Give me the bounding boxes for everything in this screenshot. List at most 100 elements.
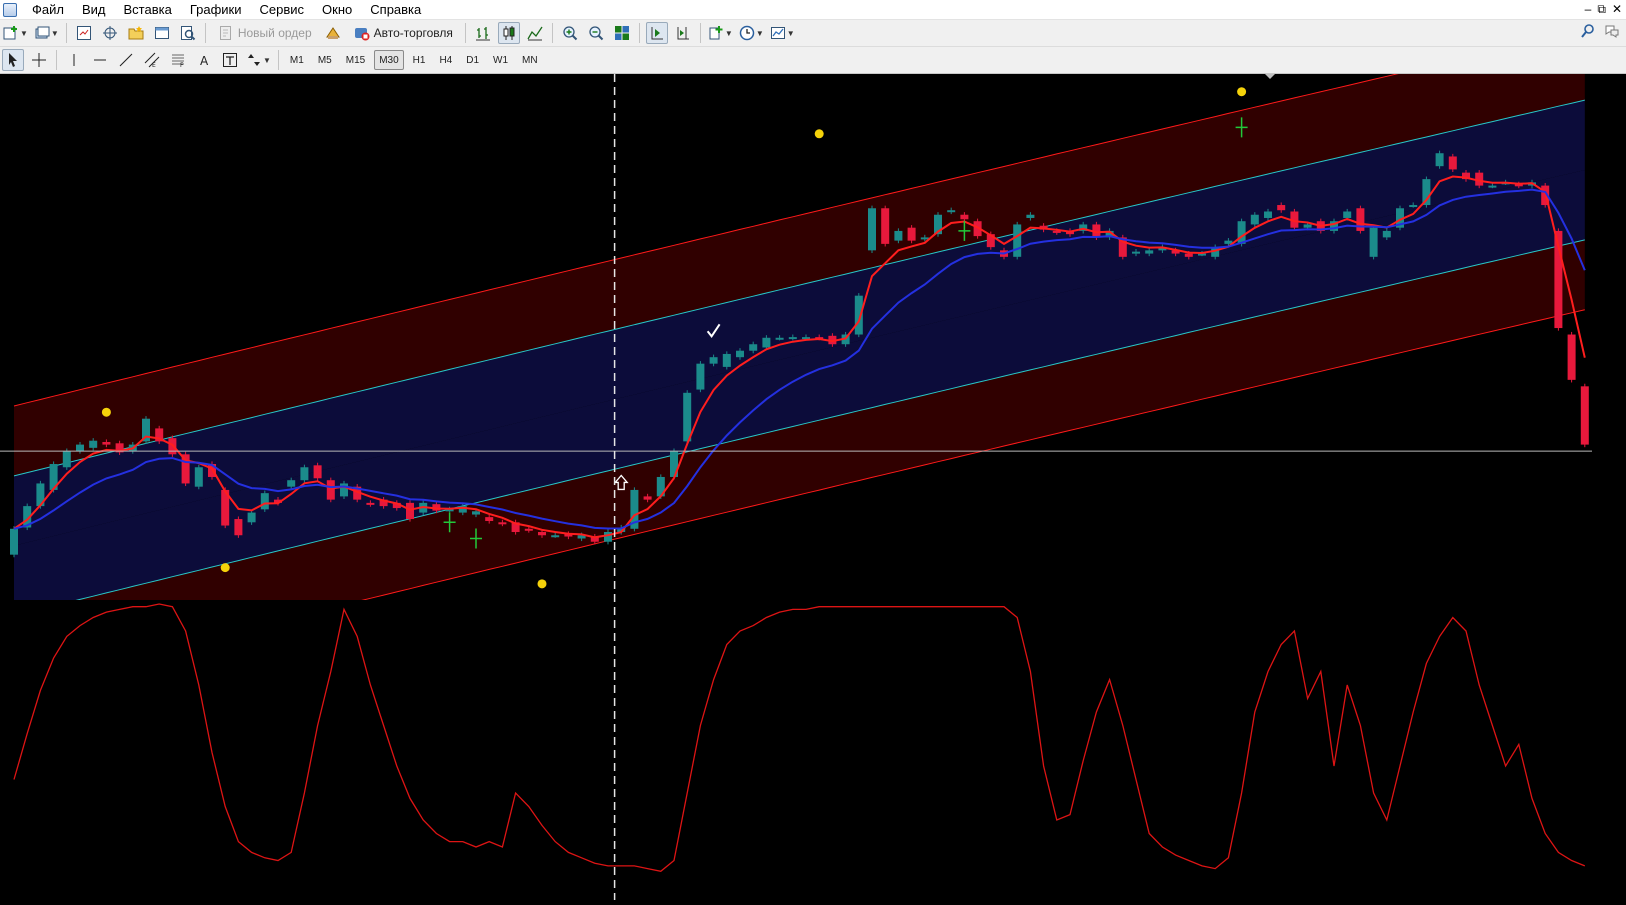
bullish-candle [287, 480, 296, 487]
bullish-candle [340, 483, 348, 497]
new-order-label: Новый ордер [237, 26, 312, 40]
menu-insert[interactable]: Вставка [115, 1, 181, 19]
arrows-button[interactable]: ▼ [245, 49, 272, 71]
new-order-button[interactable]: Новый ордер [212, 22, 318, 44]
data-window-button[interactable] [99, 22, 121, 44]
menu-help[interactable]: Справка [361, 1, 430, 19]
bullish-candle [10, 528, 18, 555]
profiles-button[interactable]: ▼ [33, 22, 60, 44]
bullish-candle [1132, 251, 1140, 254]
timeframe-h4[interactable]: H4 [434, 50, 457, 70]
standard-toolbar: ▼ ▼ Новый ордер Авто-торговля ▼ ▼ ▼ [0, 20, 1626, 47]
vertical-line-button[interactable] [63, 49, 85, 71]
zoom-in-button[interactable] [559, 22, 581, 44]
timeframe-d1[interactable]: D1 [461, 50, 484, 70]
auto-scroll-button[interactable] [645, 22, 668, 44]
text-button[interactable]: A [193, 49, 215, 71]
indicators-button[interactable]: ▼ [707, 22, 734, 44]
bullish-candle [947, 210, 956, 213]
menu-file[interactable]: Файл [23, 1, 73, 19]
bullish-candle [920, 237, 929, 240]
timeframe-m5[interactable]: M5 [313, 50, 337, 70]
timeframe-h1[interactable]: H1 [408, 50, 431, 70]
zoom-out-button[interactable] [585, 22, 607, 44]
bearish-candle [102, 442, 111, 445]
menu-tools[interactable]: Сервис [251, 1, 314, 19]
profiles-icon [35, 26, 50, 39]
bullish-candle [894, 230, 903, 241]
bearish-candle [234, 519, 243, 536]
restore-icon[interactable]: ⧉ [1597, 1, 1606, 17]
navigator-button[interactable] [125, 22, 147, 44]
price-chart[interactable] [0, 74, 1626, 900]
horizontal-line-button[interactable] [89, 49, 111, 71]
line-chart-button[interactable] [524, 22, 546, 44]
metaeditor-button[interactable] [322, 22, 344, 44]
menu-bar: Файл Вид Вставка Графики Сервис Окно Спр… [0, 0, 1626, 20]
bar-chart-button[interactable] [472, 22, 494, 44]
text-label-button[interactable] [219, 49, 241, 71]
bearish-candle [1184, 253, 1193, 257]
text-icon: A [200, 54, 209, 68]
bearish-candle [643, 496, 652, 500]
bullish-candle [62, 451, 71, 468]
search-icon[interactable] [1580, 23, 1596, 39]
separator [551, 23, 553, 43]
timeframe-mn[interactable]: MN [517, 50, 543, 70]
crosshair-icon [32, 53, 46, 67]
bullish-candle [300, 467, 309, 481]
candlestick-button[interactable] [497, 22, 520, 44]
bullish-candle [696, 363, 705, 390]
equidistant-channel-button[interactable]: E [141, 49, 163, 71]
arrows-icon [248, 54, 260, 66]
chart-window[interactable] [0, 74, 1626, 900]
line-studies-toolbar: E F A ▼ M1 M5 M15 M30 H1 H4 D1 W1 MN [0, 47, 1626, 74]
line-chart-icon [527, 26, 543, 41]
cursor-button[interactable] [2, 49, 24, 71]
templates-button[interactable]: ▼ [769, 22, 796, 44]
menu-view[interactable]: Вид [73, 1, 115, 19]
bearish-candle [1277, 205, 1286, 211]
terminal-icon [154, 27, 169, 39]
svg-text:E: E [152, 62, 156, 68]
crosshair-button[interactable] [28, 49, 50, 71]
tile-windows-button[interactable] [611, 22, 633, 44]
oscillator-line [13, 603, 1586, 872]
trendline-button[interactable] [115, 49, 137, 71]
crosshair-target-icon [102, 26, 117, 40]
bullish-candle [604, 532, 612, 542]
minimize-icon[interactable]: – [1585, 1, 1592, 17]
oscillator-subwindow [13, 603, 1586, 872]
menu-window[interactable]: Окно [313, 1, 361, 19]
bullish-candle [76, 444, 84, 452]
separator [204, 23, 206, 43]
bullish-candle [722, 353, 731, 367]
fibonacci-button[interactable]: F [167, 49, 189, 71]
chart-shift-button[interactable] [672, 22, 694, 44]
bearish-candle [524, 528, 533, 531]
cursor-icon [9, 53, 17, 67]
market-watch-button[interactable] [73, 22, 95, 44]
timeframe-m1[interactable]: M1 [285, 50, 309, 70]
strategy-tester-button[interactable] [177, 22, 199, 44]
bullish-candle [247, 512, 256, 523]
new-chart-button[interactable]: ▼ [2, 22, 29, 44]
bullish-candle [736, 350, 744, 358]
bullish-candle [775, 337, 784, 340]
timeframe-m15[interactable]: M15 [341, 50, 370, 70]
bullish-candle [1343, 211, 1352, 218]
periods-button[interactable]: ▼ [738, 22, 765, 44]
chat-icon[interactable] [1604, 23, 1620, 39]
bullish-candle [260, 493, 269, 510]
signal-dot [814, 129, 824, 139]
app-icon[interactable] [3, 2, 17, 17]
bearish-candle [326, 480, 335, 500]
terminal-button[interactable] [151, 22, 173, 44]
auto-trading-button[interactable]: Авто-торговля [348, 22, 459, 44]
timeframe-m30[interactable]: M30 [374, 50, 404, 70]
menu-charts[interactable]: Графики [181, 1, 251, 19]
bullish-candle [1369, 227, 1378, 257]
timeframe-w1[interactable]: W1 [488, 50, 513, 70]
close-icon[interactable]: ✕ [1612, 1, 1622, 17]
bearish-candle [881, 208, 890, 244]
